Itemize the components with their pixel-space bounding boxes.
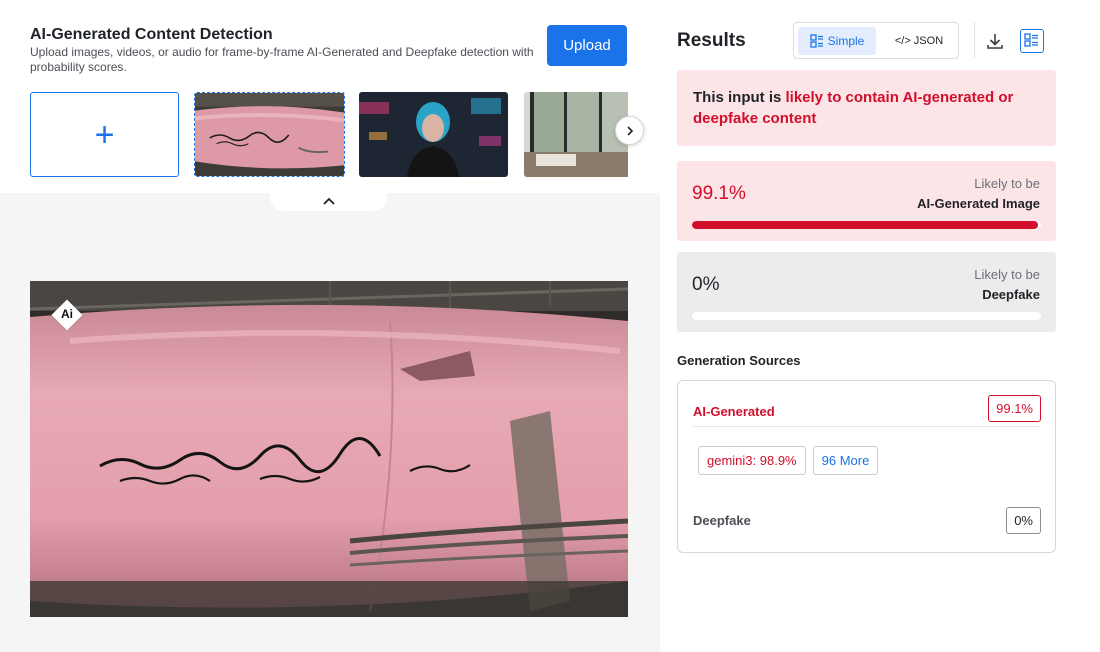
deepfake-progress-track bbox=[692, 312, 1041, 320]
view-toggle: Simple </> JSON bbox=[793, 22, 959, 59]
plus-icon: + bbox=[94, 115, 115, 154]
generation-sources-title: Generation Sources bbox=[677, 353, 801, 368]
download-icon bbox=[987, 34, 1003, 49]
media-preview bbox=[30, 281, 628, 617]
app-description: Upload images, videos, or audio for fram… bbox=[30, 45, 534, 74]
chevron-right-icon bbox=[626, 125, 633, 136]
collapse-gallery-button[interactable] bbox=[270, 190, 387, 211]
chevron-up-icon bbox=[322, 197, 335, 205]
verdict-banner: This input is likely to contain AI-gener… bbox=[677, 70, 1056, 146]
upload-button[interactable]: Upload bbox=[547, 25, 627, 66]
ai-generated-progress-fill bbox=[692, 221, 1038, 229]
pink-missile-preview-image bbox=[30, 281, 628, 617]
pink-missile-thumbnail-image bbox=[195, 93, 344, 176]
verdict-prefix: This input is bbox=[693, 89, 786, 106]
thumbnail-selected[interactable] bbox=[194, 92, 345, 177]
ai-generated-source-value: 99.1% bbox=[988, 395, 1041, 422]
model-chips: gemini3: 98.9% 96 More bbox=[698, 446, 879, 475]
interior-room-thumbnail-image bbox=[524, 92, 628, 177]
detail-view-icon bbox=[1024, 33, 1038, 47]
list-view-icon bbox=[810, 34, 823, 48]
deepfake-source-row: Deepfake 0% bbox=[693, 505, 1041, 535]
detail-view-button[interactable] bbox=[1020, 29, 1044, 53]
generation-sources-panel: AI-Generated 99.1% gemini3: 98.9% 96 Mor… bbox=[677, 380, 1056, 553]
simple-view-tab[interactable]: Simple bbox=[798, 27, 876, 55]
gallery-next-button[interactable] bbox=[615, 116, 644, 145]
ai-generated-progress-track bbox=[692, 221, 1041, 229]
ai-generated-source-row: AI-Generated 99.1% bbox=[693, 395, 1041, 427]
ai-badge: Ai bbox=[51, 299, 83, 331]
toolbar-divider bbox=[974, 22, 975, 58]
ai-badge-label: Ai bbox=[61, 307, 73, 321]
results-title: Results bbox=[677, 30, 746, 51]
json-view-tab[interactable]: </> JSON bbox=[882, 27, 956, 55]
ai-generated-source-label: AI-Generated bbox=[693, 404, 775, 419]
deepfake-source-value: 0% bbox=[1006, 506, 1041, 534]
deepfake-source-label: Deepfake bbox=[693, 512, 751, 528]
cyberpunk-woman-thumbnail-image bbox=[359, 92, 508, 177]
deepfake-score-note: Likely to be Deepfake bbox=[974, 267, 1040, 302]
simple-view-label: Simple bbox=[827, 34, 865, 48]
more-models-button[interactable]: 96 More bbox=[812, 446, 879, 475]
thumbnail-strip: + bbox=[30, 92, 628, 178]
ai-generated-score: 99.1% bbox=[692, 183, 746, 204]
ai-generated-score-card: 99.1% Likely to be AI-Generated Image bbox=[677, 161, 1056, 241]
app-title: AI-Generated Content Detection bbox=[30, 26, 273, 43]
deepfake-score: 0% bbox=[692, 274, 720, 295]
download-button[interactable] bbox=[983, 29, 1007, 53]
model-chip-gemini3[interactable]: gemini3: 98.9% bbox=[698, 446, 806, 475]
deepfake-score-card: 0% Likely to be Deepfake bbox=[677, 252, 1056, 332]
ai-generated-score-note: Likely to be AI-Generated Image bbox=[917, 176, 1040, 211]
thumbnail-cyber-woman[interactable] bbox=[359, 92, 508, 177]
add-media-tile[interactable]: + bbox=[30, 92, 179, 177]
thumbnail-interior[interactable] bbox=[524, 92, 628, 177]
